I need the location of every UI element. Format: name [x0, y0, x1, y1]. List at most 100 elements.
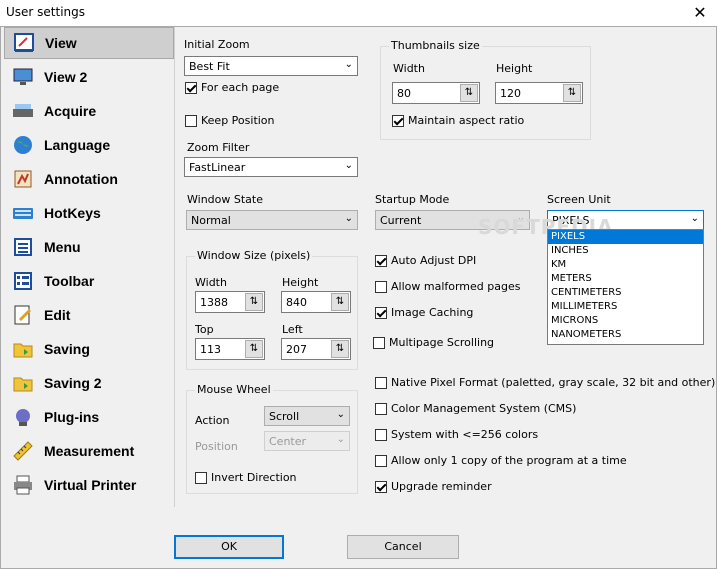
dropdown-option[interactable]: MILLIMETERS: [548, 300, 703, 314]
sidebar-item-toolbar[interactable]: Toolbar: [4, 265, 172, 297]
ok-button[interactable]: OK: [174, 535, 284, 559]
chevron-down-icon: ⌄: [336, 434, 345, 445]
native-pixel-format-checkbox[interactable]: Native Pixel Format (paletted, gray scal…: [375, 376, 715, 389]
sidebar-item-view-2[interactable]: View 2: [4, 61, 172, 93]
thumb-height-label: Height: [496, 62, 533, 75]
sidebar-item-saving-2[interactable]: Saving 2: [4, 367, 172, 399]
annotation-icon: [14, 170, 32, 188]
wheel-position-value: Center: [269, 435, 307, 448]
sidebar-item-hotkeys[interactable]: HotKeys: [4, 197, 172, 229]
spinner-arrows-icon[interactable]: ⇅: [245, 340, 263, 358]
sidebar-item-label: Virtual Printer: [44, 477, 137, 493]
dropdown-option[interactable]: PIXELS: [548, 230, 703, 244]
menu-icon: [14, 238, 32, 256]
sidebar-item-saving[interactable]: Saving: [4, 333, 172, 365]
low-colors-checkbox[interactable]: System with <=256 colors: [375, 428, 538, 441]
checkbox-label: Maintain aspect ratio: [408, 114, 525, 127]
wheel-action-value: Scroll: [269, 410, 300, 423]
spinner-arrows-icon[interactable]: ⇅: [331, 340, 349, 358]
checkbox-label: For each page: [201, 81, 280, 94]
initial-zoom-label: Initial Zoom: [184, 38, 250, 51]
thumb-width-spinner[interactable]: 80 ⇅: [392, 82, 480, 104]
cms-checkbox[interactable]: Color Management System (CMS): [375, 402, 576, 415]
sidebar-item-language[interactable]: Language: [4, 129, 172, 161]
checkbox-box: [185, 114, 197, 127]
checkbox-box: [392, 114, 404, 127]
sidebar-item-label: Annotation: [44, 171, 118, 187]
sidebar-item-menu[interactable]: Menu: [4, 231, 172, 263]
auto-adjust-dpi-checkbox[interactable]: Auto Adjust DPI: [375, 254, 476, 267]
thumbnails-group-title: Thumbnails size: [389, 39, 482, 52]
win-width-spinner[interactable]: 1388 ⇅: [195, 291, 265, 313]
sidebar-item-plug-ins[interactable]: Plug-ins: [4, 401, 172, 433]
dropdown-option[interactable]: KM: [548, 258, 703, 272]
checkbox-box: [375, 280, 387, 293]
title-bar: User settings ✕: [0, 0, 717, 26]
for-each-page-checkbox[interactable]: For each page: [185, 81, 279, 94]
thumb-height-value: 120: [500, 87, 521, 100]
allow-malformed-checkbox[interactable]: Allow malformed pages: [375, 280, 520, 293]
win-height-spinner[interactable]: 840 ⇅: [281, 291, 351, 313]
initial-zoom-value: Best Fit: [189, 60, 230, 73]
zoom-filter-select[interactable]: FastLinear ⌄: [184, 157, 358, 177]
window-title: User settings: [6, 5, 86, 19]
checkbox-box: [195, 471, 207, 484]
thumb-width-value: 80: [397, 87, 411, 100]
checkbox-box: [373, 336, 385, 349]
dropdown-option[interactable]: METERS: [548, 272, 703, 286]
checkbox-box: [375, 428, 387, 441]
sidebar-item-view[interactable]: View: [4, 27, 174, 59]
win-top-value: 113: [200, 343, 221, 356]
dropdown-option[interactable]: INCHES: [548, 244, 703, 258]
spinner-arrows-icon[interactable]: ⇅: [460, 84, 478, 102]
maintain-aspect-checkbox[interactable]: Maintain aspect ratio: [392, 114, 524, 127]
sidebar-item-virtual-printer[interactable]: Virtual Printer: [4, 469, 172, 501]
sidebar-item-edit[interactable]: Edit: [4, 299, 172, 331]
screen-unit-dropdown: PIXELS INCHES KM METERS CENTIMETERS MILL…: [547, 229, 704, 345]
chevron-down-icon: ⌄: [336, 409, 345, 420]
dropdown-option[interactable]: CENTIMETERS: [548, 286, 703, 300]
mouse-wheel-group-title: Mouse Wheel: [195, 383, 273, 396]
chevron-down-icon: ⌄: [344, 160, 353, 171]
win-left-spinner[interactable]: 207 ⇅: [281, 338, 351, 360]
spinner-arrows-icon[interactable]: ⇅: [563, 84, 581, 102]
sidebar-item-label: HotKeys: [44, 205, 101, 221]
sidebar-item-label: View: [45, 35, 77, 51]
checkbox-label: Color Management System (CMS): [391, 402, 577, 415]
win-top-spinner[interactable]: 113 ⇅: [195, 338, 265, 360]
window-state-select[interactable]: Normal ⌄: [186, 210, 358, 230]
sidebar-item-label: Saving: [44, 341, 90, 357]
wheel-action-select[interactable]: Scroll ⌄: [264, 406, 350, 426]
keep-position-checkbox[interactable]: Keep Position: [185, 114, 275, 127]
upgrade-reminder-checkbox[interactable]: Upgrade reminder: [375, 480, 492, 493]
cancel-button[interactable]: Cancel: [347, 535, 459, 559]
screen-unit-label: Screen Unit: [547, 193, 611, 206]
action-label: Action: [195, 414, 230, 427]
spinner-arrows-icon[interactable]: ⇅: [245, 293, 263, 311]
window-state-label: Window State: [187, 193, 263, 206]
dropdown-option[interactable]: NANOMETERS: [548, 328, 703, 342]
window-state-value: Normal: [191, 214, 231, 227]
checkbox-label: Allow malformed pages: [391, 280, 521, 293]
multipage-scrolling-checkbox[interactable]: Multipage Scrolling: [373, 336, 494, 349]
zoom-filter-value: FastLinear: [189, 161, 246, 174]
sidebar-item-label: Edit: [44, 307, 71, 323]
checkbox-box: [375, 454, 387, 467]
sidebar-item-label: Language: [44, 137, 111, 153]
initial-zoom-select[interactable]: Best Fit ⌄: [184, 56, 358, 76]
sidebar-item-label: Menu: [44, 239, 81, 255]
image-caching-checkbox[interactable]: Image Caching: [375, 306, 473, 319]
thumb-height-spinner[interactable]: 120 ⇅: [495, 82, 583, 104]
thumb-width-label: Width: [393, 62, 425, 75]
checkbox-box: [375, 402, 387, 415]
spinner-arrows-icon[interactable]: ⇅: [331, 293, 349, 311]
close-icon[interactable]: ✕: [690, 3, 710, 23]
sidebar-item-measurement[interactable]: Measurement: [4, 435, 172, 467]
invert-direction-checkbox[interactable]: Invert Direction: [195, 471, 297, 484]
checkbox-label: Multipage Scrolling: [389, 336, 495, 349]
ruler-icon: [13, 441, 33, 461]
sidebar-item-acquire[interactable]: Acquire: [4, 95, 172, 127]
dropdown-option[interactable]: MICRONS: [548, 314, 703, 328]
sidebar-item-annotation[interactable]: Annotation: [4, 163, 172, 195]
single-instance-checkbox[interactable]: Allow only 1 copy of the program at a ti…: [375, 454, 627, 467]
